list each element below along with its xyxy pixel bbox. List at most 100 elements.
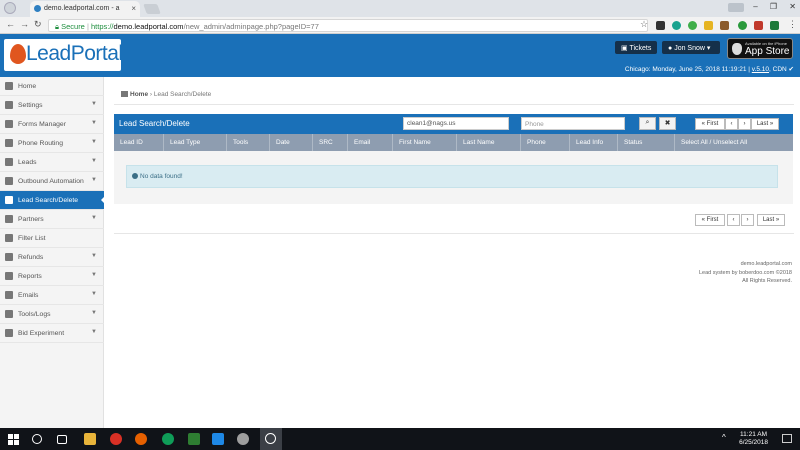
sidebar-item-emails[interactable]: Emails ▼ [0, 286, 104, 305]
sidebar-item-settings[interactable]: Settings ▼ [0, 96, 104, 115]
col-first-name[interactable]: First Name [393, 134, 457, 151]
bottom-pager-prev-button[interactable]: ‹ [727, 214, 740, 226]
extension-excel-icon[interactable] [770, 21, 779, 30]
col-email[interactable]: Email [348, 134, 393, 151]
sidebar-item-refunds[interactable]: Refunds ▼ [0, 248, 104, 267]
version-link[interactable]: v.5.10 [752, 66, 769, 73]
email-search-input[interactable]: clean1@nags.us [403, 117, 509, 130]
hangouts-icon[interactable] [162, 433, 174, 445]
notepad-plus-icon[interactable] [188, 433, 200, 445]
col-phone[interactable]: Phone [521, 134, 570, 151]
sidebar-item-phone-routing[interactable]: Phone Routing ▼ [0, 134, 104, 153]
cortana-icon[interactable] [32, 434, 42, 444]
extension-brown-icon[interactable] [720, 21, 729, 30]
tools-icon [5, 310, 13, 318]
reports-icon [5, 272, 13, 280]
window-controls[interactable]: – ❐ ✕ [753, 2, 796, 11]
app-store-badge[interactable]: Available on the iPhone App Store [727, 38, 793, 59]
sidebar-item-lead-search-delete[interactable]: Lead Search/Delete [0, 191, 105, 210]
col-date[interactable]: Date [270, 134, 313, 151]
extension-shield-icon[interactable] [738, 21, 747, 30]
chevron-down-icon: ▼ [91, 310, 97, 316]
pager-prev-button[interactable]: ‹ [725, 118, 738, 130]
breadcrumb-home-link[interactable]: Home [130, 91, 148, 98]
windows-taskbar: ^ 11:21 AM 6/25/2018 [0, 428, 800, 450]
user-menu-button[interactable]: ● Jon Snow ▾ [662, 41, 720, 54]
firefox-icon[interactable] [135, 433, 147, 445]
tickets-button[interactable]: ▣ Tickets [615, 41, 658, 54]
notifications-icon[interactable] [782, 434, 792, 443]
chevron-down-icon: ▼ [91, 101, 97, 107]
wrench-icon [5, 101, 13, 109]
extension-green-icon[interactable] [688, 21, 697, 30]
sidebar-item-outbound-automation[interactable]: Outbound Automation ▼ [0, 172, 104, 191]
browser-menu-icon[interactable]: ⋮ [788, 19, 797, 30]
users-icon [5, 158, 13, 166]
sidebar-item-filter-list[interactable]: Filter List [0, 229, 104, 248]
no-data-alert: No data found! [126, 165, 778, 188]
clear-button[interactable]: ✖ [659, 117, 676, 130]
footer-domain: demo.leadportal.com [740, 261, 792, 267]
logo-drop-icon [10, 44, 26, 64]
results-table-header: Lead ID Lead Type Tools Date SRC Email F… [114, 134, 793, 151]
search-icon: ⌕ [645, 119, 650, 126]
app-blue-icon[interactable] [212, 433, 224, 445]
bottom-pager-first-button[interactable]: « First [695, 214, 725, 226]
extension-teal-icon[interactable] [672, 21, 681, 30]
sidebar-item-forms-manager[interactable]: Forms Manager ▼ [0, 115, 104, 134]
sidebar-item-reports[interactable]: Reports ▼ [0, 267, 104, 286]
system-clock[interactable]: 11:21 AM 6/25/2018 [739, 431, 768, 447]
pager-last-button[interactable]: Last » [751, 118, 779, 130]
col-lead-id[interactable]: Lead ID [114, 134, 164, 151]
tray-chevron-icon[interactable]: ^ [722, 433, 726, 442]
col-lead-type[interactable]: Lead Type [164, 134, 227, 151]
lock-icon: 🔒︎ [55, 22, 59, 31]
phone-search-input[interactable] [521, 117, 625, 130]
col-status[interactable]: Status [618, 134, 675, 151]
forward-icon[interactable]: → [20, 19, 29, 29]
sidebar-item-tools-logs[interactable]: Tools/Logs ▼ [0, 305, 104, 324]
pager-next-button[interactable]: › [738, 118, 751, 130]
file-explorer-icon[interactable] [84, 433, 96, 445]
url-field[interactable]: 🔒︎ Secure | https://demo.leadportal.com/… [48, 19, 648, 32]
leadportal-logo[interactable]: LeadPortal [4, 39, 123, 71]
chevron-down-icon: ▼ [91, 139, 97, 145]
sidebar-item-bid-experiment[interactable]: Bid Experiment ▼ [0, 324, 104, 343]
extension-red-icon[interactable] [754, 21, 763, 30]
pager-first-button[interactable]: « First [695, 118, 725, 130]
new-tab-button[interactable] [143, 4, 161, 14]
back-icon[interactable]: ← [6, 19, 15, 29]
reload-icon[interactable]: ↻ [34, 19, 42, 30]
extension-m-icon[interactable] [656, 21, 665, 30]
bookmark-star-icon[interactable]: ☆ [640, 19, 648, 30]
col-tools[interactable]: Tools [227, 134, 270, 151]
col-lead-info[interactable]: Lead Info [570, 134, 618, 151]
select-all-toggle[interactable]: Select All / Unselect All [675, 134, 793, 151]
windows-start-icon[interactable] [8, 434, 19, 445]
bottom-pager-last-button[interactable]: Last » [757, 214, 785, 226]
col-last-name[interactable]: Last Name [457, 134, 521, 151]
app-gray-icon[interactable] [237, 433, 249, 445]
browser-profile-icon[interactable] [4, 2, 16, 14]
search-button[interactable]: ⌕ [639, 117, 656, 130]
panel-header: Lead Search/Delete clean1@nags.us ⌕ ✖ « … [114, 114, 793, 134]
browser-tab-strip: demo.leadportal.com - a × – ❐ ✕ [0, 0, 800, 17]
extension-yellow-icon[interactable] [704, 21, 713, 30]
bottom-pager-next-button[interactable]: › [741, 214, 754, 226]
taskbar-active-app[interactable] [260, 428, 282, 450]
chevron-down-icon: ▼ [91, 158, 97, 164]
browser-user-chip[interactable] [728, 3, 744, 12]
task-view-icon[interactable] [57, 435, 67, 444]
sidebar-item-leads[interactable]: Leads ▼ [0, 153, 104, 172]
sidebar: Home Settings ▼ Forms Manager ▼ Phone Rout… [0, 77, 105, 428]
url-protocol: https:// [91, 22, 114, 31]
sidebar-item-partners[interactable]: Partners ▼ [0, 210, 104, 229]
check-icon: ✔ [788, 66, 794, 73]
chrome-icon[interactable] [110, 433, 122, 445]
col-src[interactable]: SRC [313, 134, 348, 151]
panel-title: Lead Search/Delete [119, 119, 190, 128]
footer-rights: All Rights Reserved. [742, 278, 792, 284]
browser-tab[interactable]: demo.leadportal.com - a × [30, 1, 140, 17]
tab-close-icon[interactable]: × [131, 4, 136, 13]
sidebar-item-home[interactable]: Home [0, 77, 104, 96]
